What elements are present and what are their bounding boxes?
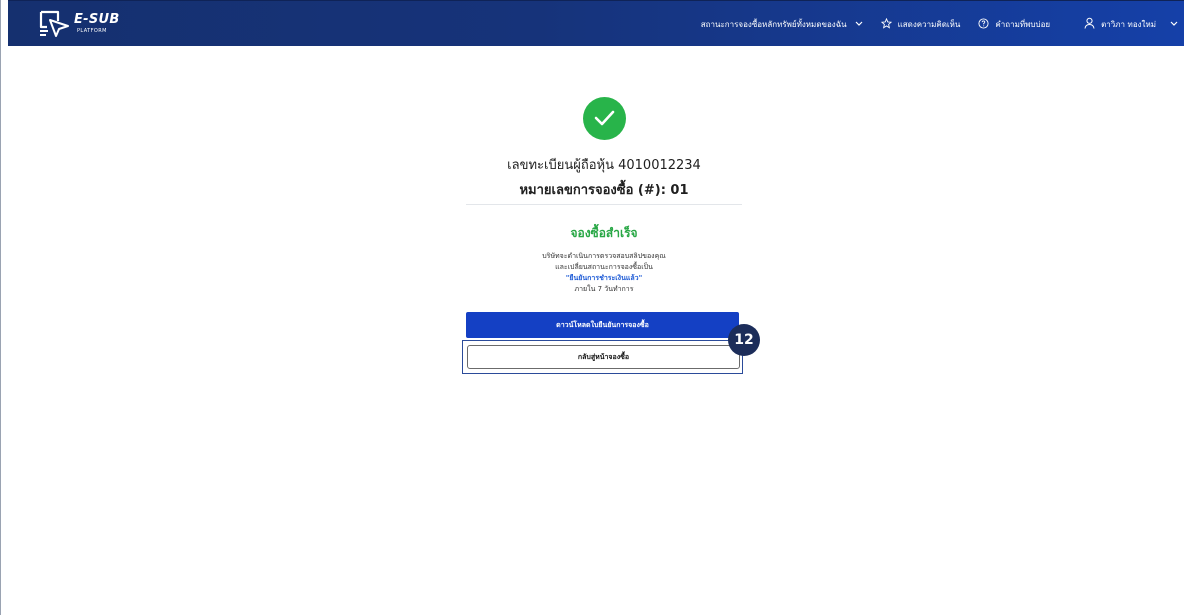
success-title: จองซื้อสำเร็จ (570, 226, 638, 240)
check-icon (594, 110, 615, 126)
download-confirmation-button[interactable]: ดาวน์โหลดใบยืนยันการจองซื้อ (466, 312, 739, 338)
nav-subscription-status[interactable]: สถานะการจองซื้อหลักทรัพย์ทั้งหมดของฉัน (701, 18, 863, 31)
step-number-badge: 12 (728, 324, 760, 356)
status-text: "ยืนยันการชำระเงินแล้ว" (565, 274, 643, 282)
nav-faq-label: คำถามที่พบบ่อย (995, 19, 1051, 29)
nav-feedback-label: แสดงความคิดเห็น (897, 19, 961, 29)
esub-logo[interactable]: E-SUB PLATFORM (38, 9, 148, 39)
user-icon (1084, 17, 1095, 31)
nav-user-menu[interactable]: ตาวิภา ทองใหม่ (1084, 17, 1178, 31)
success-description: บริษัทจะดำเนินการตรวจสอบสลิปของคุณ (542, 252, 666, 260)
logo-subtitle: PLATFORM (77, 28, 107, 34)
divider (466, 204, 742, 205)
success-description: และเปลี่ยนสถานะการจองซื้อเป็น (555, 263, 653, 271)
help-circle-icon (978, 17, 989, 31)
shareholder-registration-number: เลขทะเบียนผู้ถือหุ้น 4010012234 (507, 158, 701, 173)
top-navbar: E-SUB PLATFORM สถานะการจองซื้อหลักทรัพย์… (8, 0, 1184, 47)
logo-icon (39, 10, 69, 37)
logo-title: E-SUB (74, 12, 120, 27)
success-description: ภายใน 7 วันทำการ (574, 285, 634, 293)
user-name: ตาวิภา ทองใหม่ (1101, 19, 1156, 29)
success-check-badge (583, 97, 626, 140)
navbar-menu: สถานะการจองซื้อหลักทรัพย์ทั้งหมดของฉัน แ… (683, 1, 1178, 47)
nav-faq[interactable]: คำถามที่พบบ่อย (978, 17, 1051, 31)
main-content: เลขทะเบียนผู้ถือหุ้น 4010012234 หมายเลขก… (8, 46, 1184, 615)
back-to-booking-button[interactable]: กลับสู่หน้าจองซื้อ (467, 345, 740, 369)
chevron-down-icon (1170, 20, 1178, 29)
nav-feedback[interactable]: แสดงความคิดเห็น (880, 17, 961, 31)
nav-subscription-status-label: สถานะการจองซื้อหลักทรัพย์ทั้งหมดของฉัน (700, 19, 847, 29)
booking-number: หมายเลขการจองซื้อ (#): 01 (519, 183, 689, 198)
star-icon (880, 17, 892, 31)
chevron-down-icon (855, 20, 863, 29)
